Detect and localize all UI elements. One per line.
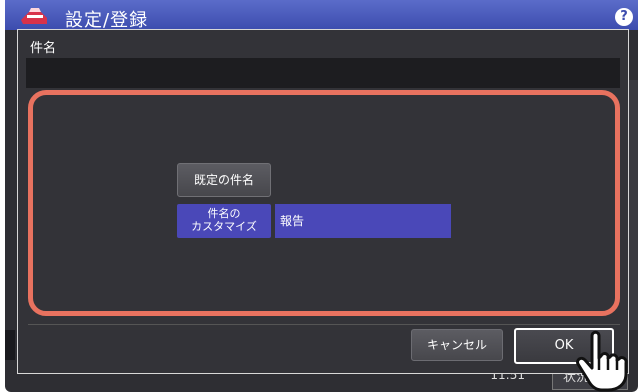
- pointing-hand-icon: [576, 330, 628, 392]
- dialog-title: 件名: [30, 41, 57, 56]
- background-panel-left: [5, 330, 15, 360]
- cancel-button[interactable]: キャンセル: [411, 329, 503, 361]
- highlight-frame: [28, 90, 620, 316]
- help-icon[interactable]: ?: [615, 8, 633, 26]
- printer-logo-icon: [21, 8, 47, 24]
- custom-subject-button[interactable]: 件名の カスタマイズ: [177, 204, 271, 238]
- subject-dialog: 件名 既定の件名 件名の カスタマイズ 報告 キャンセル OK: [17, 29, 629, 374]
- custom-subject-field[interactable]: 報告: [275, 204, 451, 238]
- subject-display-field: [26, 58, 620, 88]
- app-titlebar: 設定/登録 ?: [5, 0, 638, 31]
- default-subject-button[interactable]: 既定の件名: [177, 163, 271, 197]
- divider: [28, 324, 620, 325]
